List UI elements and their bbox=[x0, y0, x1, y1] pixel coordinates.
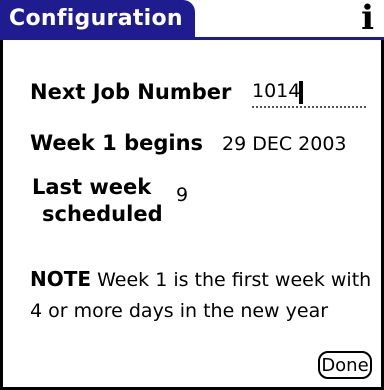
page-title: Configuration bbox=[0, 0, 195, 37]
next-job-number-label: Next Job Number bbox=[30, 80, 232, 104]
last-week-label-line-1: Last week bbox=[32, 175, 152, 199]
configuration-screen: Configuration i Next Job Number 1014 Wee… bbox=[0, 0, 384, 390]
text-cursor bbox=[299, 81, 303, 104]
week-1-begins-label: Week 1 begins bbox=[30, 131, 204, 155]
next-job-number-field[interactable]: 1014 bbox=[252, 80, 366, 108]
info-icon[interactable]: i bbox=[361, 0, 374, 38]
note-text-block: NOTE Week 1 is the first week with 4 or … bbox=[30, 264, 380, 327]
title-bar: Configuration i bbox=[0, 0, 384, 40]
done-button[interactable]: Done bbox=[318, 351, 372, 379]
last-week-scheduled-value: 9 bbox=[176, 184, 189, 206]
week-1-begins-value: 29 DEC 2003 bbox=[222, 133, 347, 155]
next-job-number-value[interactable]: 1014 bbox=[252, 80, 300, 102]
note-label: NOTE bbox=[30, 267, 92, 291]
last-week-label-line-2: scheduled bbox=[42, 202, 163, 226]
